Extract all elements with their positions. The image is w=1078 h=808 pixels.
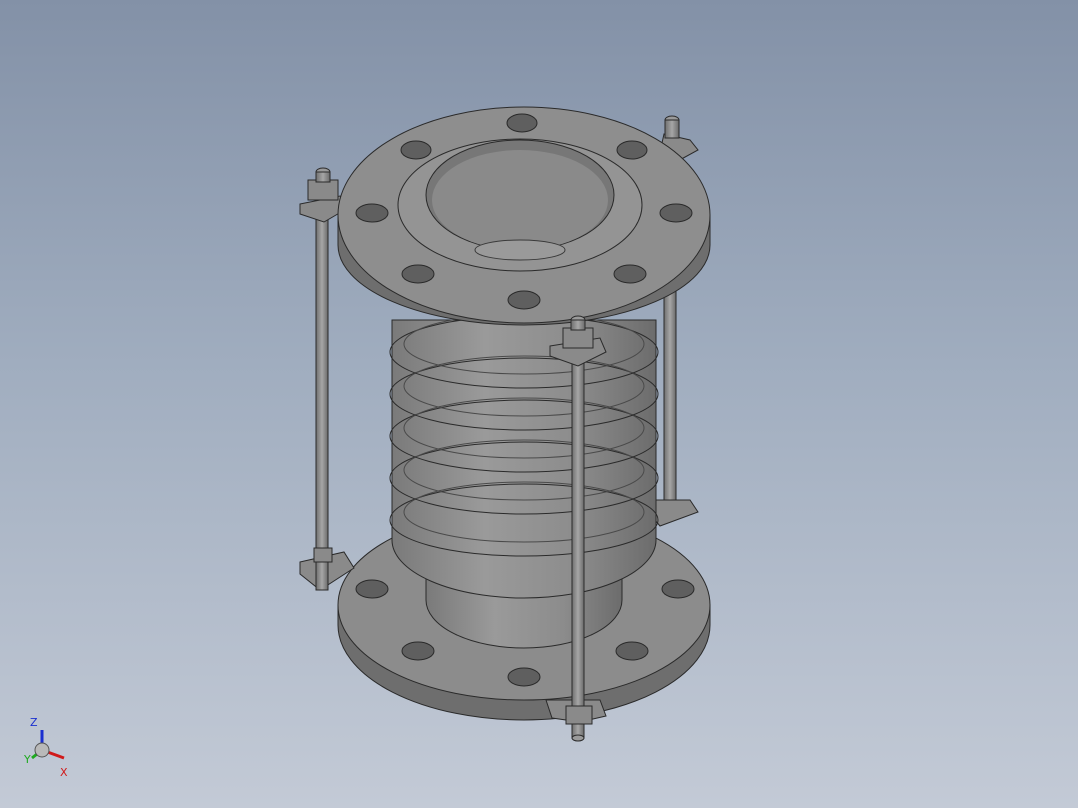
triad-origin-icon [34,742,50,758]
orientation-triad[interactable]: Z Y X [22,708,82,788]
x-axis-label: X [60,766,68,779]
bellows[interactable] [389,313,659,599]
expansion-joint-model[interactable] [0,0,1078,808]
graphics-viewport[interactable]: Z Y X [0,0,1078,808]
z-axis-label: Z [30,716,38,729]
top-flange[interactable] [337,106,711,326]
y-axis-label: Y [23,753,31,766]
